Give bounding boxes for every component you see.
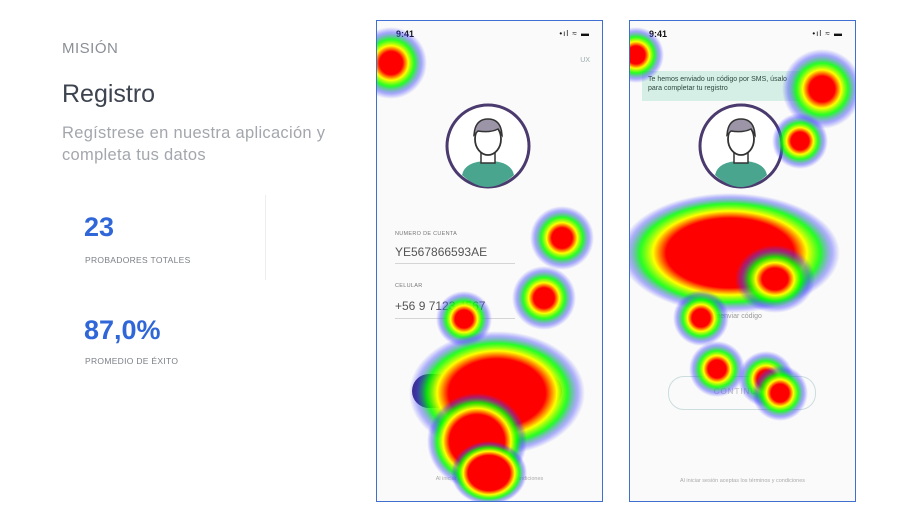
heatmap-overlay — [377, 27, 594, 501]
phone-field[interactable]: +56 9 7123 4567 — [395, 299, 485, 313]
heat-spot — [512, 266, 576, 330]
section-label: MISIÓN — [62, 40, 119, 57]
resend-code-link[interactable]: reenviar código — [714, 313, 762, 320]
account-number-underline — [395, 263, 515, 264]
account-number-field[interactable]: YE567866593AE — [395, 245, 487, 259]
account-number-label: NUMERO DE CUENTA — [395, 231, 458, 237]
success-rate-label: PROMEDIO DE ÉXITO — [85, 356, 179, 366]
phone-label: CELULAR — [395, 283, 423, 289]
status-time: 9:41 — [396, 29, 415, 39]
heat-spot — [530, 206, 594, 270]
mission-description: Regístrese en nuestra aplicación y compl… — [62, 124, 326, 164]
heat-spot — [630, 193, 840, 313]
phone-screen-register: 9:41 •ıl ≈ ▬ UX NUMERO DE CUENTA YE56786… — [376, 20, 603, 502]
avatar-icon — [445, 103, 531, 189]
heat-spot — [735, 245, 815, 313]
total-testers-value: 23 — [84, 212, 115, 242]
continue-button[interactable]: CONTINUAR — [668, 376, 816, 410]
total-testers-label: PROBADORES TOTALES — [85, 255, 191, 265]
heat-spot — [451, 441, 527, 501]
language-toggle[interactable]: UX — [580, 57, 590, 64]
phone-screen-verify: 9:41 •ıl ≈ ▬ Te hemos enviado un código … — [629, 20, 856, 502]
avatar-icon — [698, 103, 784, 189]
terms-text[interactable]: Al iniciar sesión aceptas los términos y… — [630, 478, 855, 484]
sms-toast: Te hemos enviado un código por SMS, úsal… — [642, 71, 800, 101]
page-title: Registro — [62, 80, 156, 108]
status-icons: •ıl ≈ ▬ — [812, 29, 843, 38]
phone-underline — [395, 318, 515, 319]
submit-button[interactable] — [412, 374, 562, 408]
status-icons: •ıl ≈ ▬ — [559, 29, 590, 38]
success-rate-value: 87,0% — [84, 315, 161, 345]
terms-text[interactable]: Al iniciar aceptas los términos y condic… — [377, 476, 602, 482]
continue-button-label: CONTINUAR — [713, 387, 771, 396]
status-time: 9:41 — [649, 29, 668, 39]
mission-panel: MISIÓN Registro Regístrese en nuestra ap… — [0, 0, 360, 523]
